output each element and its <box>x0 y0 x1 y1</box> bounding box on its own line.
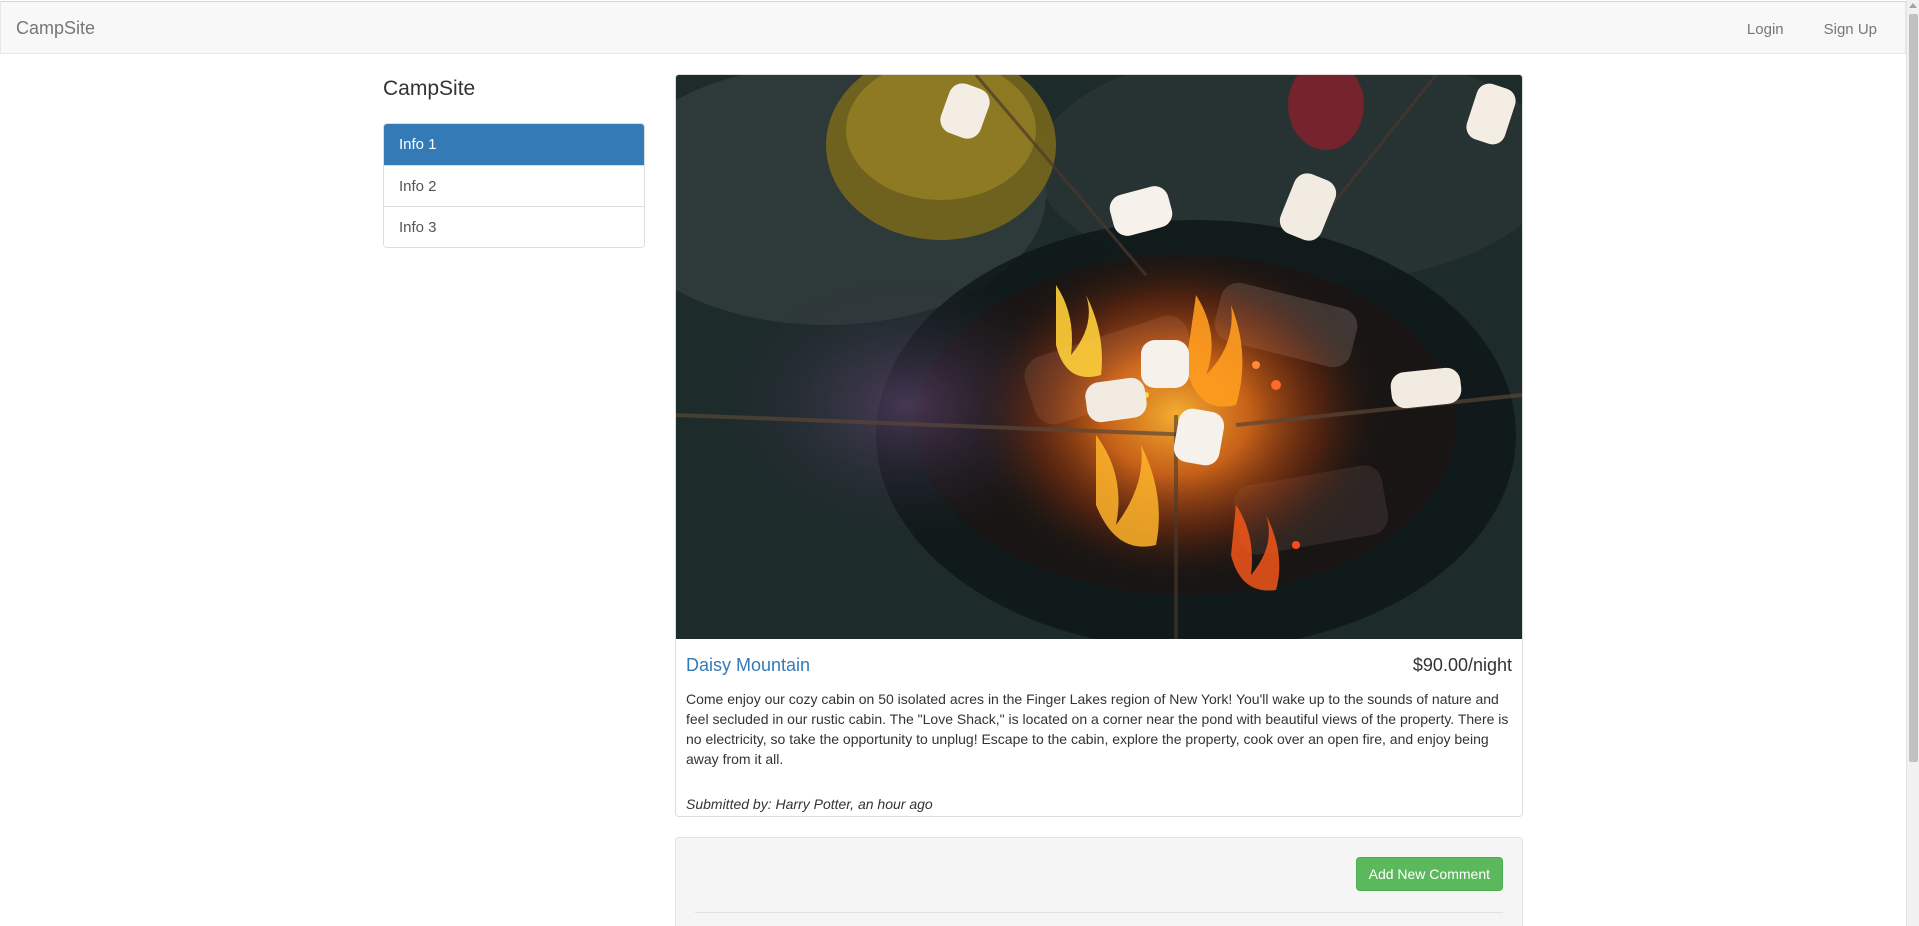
info-list: Info 1 Info 2 Info 3 <box>383 123 645 248</box>
nav-right: Login Sign Up <box>1747 21 1877 38</box>
navbar: CampSite Login Sign Up <box>0 1 1906 54</box>
campground-description: Come enjoy our cozy cabin on 50 isolated… <box>686 691 1509 767</box>
login-link[interactable]: Login <box>1747 21 1784 38</box>
info-item-1[interactable]: Info 1 <box>384 124 644 165</box>
sidebar: CampSite Info 1 Info 2 Info 3 <box>383 75 645 248</box>
signup-link[interactable]: Sign Up <box>1824 21 1877 38</box>
sidebar-title: CampSite <box>383 77 476 100</box>
campground-photo <box>676 75 1522 639</box>
comments-well: Add New Comment <box>675 837 1523 926</box>
submitted-by: Submitted by: Harry Potter, an hour ago <box>686 796 933 812</box>
scroll-up-arrow-icon[interactable] <box>1909 3 1917 8</box>
vertical-scrollbar[interactable] <box>1906 0 1919 926</box>
campground-price: $90.00/night <box>1412 655 1512 675</box>
page: CampSite Login Sign Up CampSite Info 1 I… <box>0 0 1919 926</box>
campfire-illustration <box>676 75 1522 639</box>
comments-divider <box>695 912 1503 913</box>
campground-card: Daisy Mountain $90.00/night Come enjoy o… <box>675 74 1523 817</box>
brand-link[interactable]: CampSite <box>16 18 95 39</box>
add-comment-button[interactable]: Add New Comment <box>1355 857 1503 891</box>
scrollbar-thumb[interactable] <box>1909 14 1918 762</box>
info-item-2[interactable]: Info 2 <box>384 165 644 206</box>
info-item-3[interactable]: Info 3 <box>384 206 644 247</box>
campground-name-link[interactable]: Daisy Mountain <box>686 655 810 676</box>
